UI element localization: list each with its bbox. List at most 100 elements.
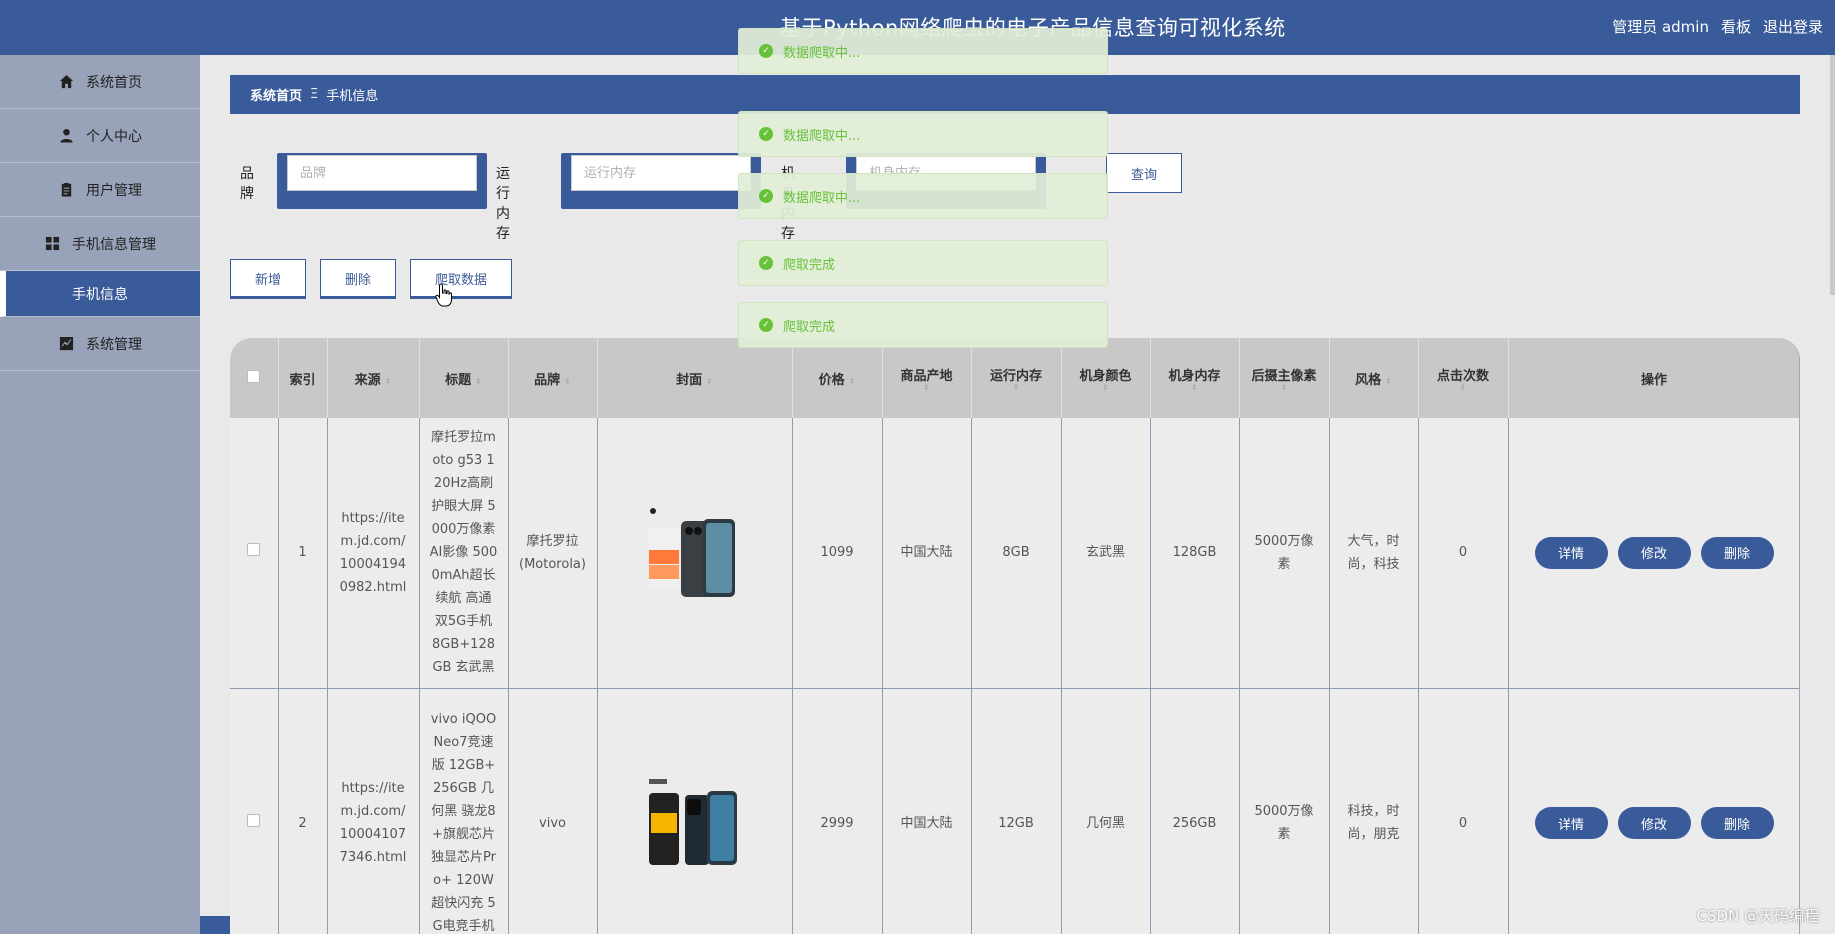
- cell-source: https://item.jd.com/100041940982.html: [327, 418, 420, 689]
- data-table: 索引 来源 ⇕ 标题 ⇕ 品牌 ⇕ 封面 ⇕ 价格 ⇕ 商品产地 ⇕ 运行内存 ⇕ 机身颜色 ⇕…: [230, 338, 1800, 934]
- toast-message: ✓ 数据爬取中...: [738, 173, 1108, 219]
- toast-text: 爬取完成: [783, 257, 836, 273]
- col-rom[interactable]: 机身内存 ⇕: [1150, 338, 1240, 418]
- logout-link[interactable]: 退出登录: [1763, 16, 1823, 37]
- col-cover[interactable]: 封面 ⇕: [597, 338, 793, 418]
- home-icon: [58, 74, 74, 90]
- sort-icon[interactable]: ⇕: [706, 377, 713, 386]
- col-clicks[interactable]: 点击次数 ⇕: [1418, 338, 1509, 418]
- breadcrumb-separator: Ξ: [310, 87, 319, 102]
- sort-icon[interactable]: ⇕: [972, 383, 1061, 392]
- cell-color: 玄武黑: [1061, 418, 1151, 689]
- row-select-cell: [230, 418, 279, 689]
- check-circle-icon: ✓: [759, 189, 773, 203]
- col-style[interactable]: 风格 ⇕: [1329, 338, 1419, 418]
- sidebar: 系统首页 个人中心 用户管理 手机信息管理 手机信息 系统管理: [0, 55, 200, 934]
- add-button[interactable]: 新增: [230, 259, 307, 299]
- toast-text: 爬取完成: [783, 319, 836, 335]
- row-delete-button[interactable]: 删除: [1700, 807, 1774, 839]
- sidebar-item-system[interactable]: 系统管理: [0, 317, 200, 371]
- sort-icon[interactable]: ⇕: [883, 383, 971, 392]
- ram-field-wrap: [561, 153, 761, 209]
- col-ops: 操作: [1508, 338, 1799, 418]
- sidebar-item-home[interactable]: 系统首页: [0, 55, 200, 109]
- table-header-row: 索引 来源 ⇕ 标题 ⇕ 品牌 ⇕ 封面 ⇕ 价格 ⇕ 商品产地 ⇕ 运行内存 ⇕ 机身颜色 ⇕…: [230, 338, 1799, 418]
- cell-source: https://item.jd.com/100041077346.html: [327, 688, 420, 934]
- sort-icon[interactable]: ⇕: [475, 377, 482, 386]
- delete-button[interactable]: 删除: [320, 259, 397, 299]
- phone-cover-image: [645, 775, 745, 871]
- sidebar-item-label: 系统管理: [86, 336, 142, 353]
- query-button[interactable]: 查询: [1106, 153, 1182, 193]
- row-actions: 详情 修改 删除: [1519, 807, 1790, 839]
- cell-title: vivo iQOO Neo7竞速版 12GB+256GB 几何黑 骁龙8+旗舰芯…: [419, 688, 509, 934]
- sidebar-item-label: 手机信息: [72, 286, 128, 303]
- col-ram[interactable]: 运行内存 ⇕: [971, 338, 1062, 418]
- cell-camera: 5000万像素: [1239, 688, 1330, 934]
- toast-message: ✓ 数据爬取中...: [738, 28, 1108, 74]
- crawl-button[interactable]: 爬取数据: [410, 259, 513, 299]
- col-label: 风格: [1355, 372, 1382, 388]
- col-source[interactable]: 来源 ⇕: [327, 338, 420, 418]
- col-label: 机身内存: [1168, 368, 1221, 384]
- cell-price: 2999: [792, 688, 883, 934]
- sort-icon[interactable]: ⇕: [1151, 383, 1239, 392]
- toast-message: ✓ 爬取完成: [738, 302, 1108, 348]
- sort-icon[interactable]: ⇕: [1240, 383, 1329, 392]
- select-all-checkbox[interactable]: [247, 369, 261, 383]
- brand-label: 品牌: [240, 166, 254, 202]
- breadcrumb: 系统首页 Ξ 手机信息: [230, 75, 1800, 114]
- detail-button[interactable]: 详情: [1534, 807, 1608, 839]
- row-select-cell: [230, 688, 279, 934]
- row-checkbox[interactable]: [247, 813, 261, 827]
- row-checkbox[interactable]: [247, 543, 261, 557]
- ram-input[interactable]: [571, 155, 751, 191]
- cell-style: 大气，时尚，科技: [1329, 418, 1419, 689]
- cell-color: 几何黑: [1061, 688, 1151, 934]
- edit-button[interactable]: 修改: [1617, 807, 1691, 839]
- sort-icon[interactable]: ⇕: [1419, 383, 1508, 392]
- sidebar-item-profile[interactable]: 个人中心: [0, 109, 200, 163]
- sort-icon[interactable]: ⇕: [1385, 377, 1392, 386]
- col-price[interactable]: 价格 ⇕: [792, 338, 883, 418]
- toast-text: 数据爬取中...: [783, 190, 861, 206]
- detail-button[interactable]: 详情: [1534, 536, 1608, 569]
- col-color[interactable]: 机身颜色 ⇕: [1061, 338, 1151, 418]
- board-link[interactable]: 看板: [1721, 16, 1751, 37]
- sort-icon[interactable]: ⇕: [1062, 383, 1150, 392]
- cell-title: 摩托罗拉moto g53 120Hz高刷护眼大屏 5000万像素AI影像 500…: [419, 418, 509, 689]
- sort-icon[interactable]: ⇕: [385, 377, 392, 386]
- col-label: 来源: [354, 372, 381, 388]
- cell-rom: 128GB: [1150, 418, 1240, 689]
- col-brand[interactable]: 品牌 ⇕: [508, 338, 598, 418]
- cell-origin: 中国大陆: [882, 688, 972, 934]
- cell-style: 科技，时尚，朋克: [1329, 688, 1419, 934]
- edit-button[interactable]: 修改: [1617, 536, 1691, 569]
- col-label: 商品产地: [900, 368, 953, 384]
- cell-ops: 详情 修改 删除: [1508, 418, 1799, 689]
- brand-input[interactable]: [287, 155, 477, 191]
- sort-icon[interactable]: ⇕: [849, 377, 856, 386]
- breadcrumb-home[interactable]: 系统首页: [250, 85, 302, 104]
- action-bar: 新增 删除 爬取数据: [230, 259, 513, 299]
- check-circle-icon: ✓: [759, 318, 773, 332]
- sidebar-item-phone-info[interactable]: 手机信息: [0, 271, 200, 317]
- col-title[interactable]: 标题 ⇕: [419, 338, 509, 418]
- col-camera[interactable]: 后摄主像素 ⇕: [1239, 338, 1330, 418]
- cell-brand: vivo: [508, 688, 598, 934]
- sort-icon[interactable]: ⇕: [564, 377, 571, 386]
- col-label: 机身颜色: [1079, 368, 1132, 384]
- admin-label: 管理员 admin: [1612, 18, 1709, 36]
- row-delete-button[interactable]: 删除: [1700, 536, 1774, 569]
- toast-text: 数据爬取中...: [783, 128, 861, 144]
- col-label: 价格: [818, 372, 845, 388]
- cell-rom: 256GB: [1150, 688, 1240, 934]
- cell-ram: 8GB: [971, 418, 1062, 689]
- sidebar-item-users[interactable]: 用户管理: [0, 163, 200, 217]
- sidebar-item-phone-management[interactable]: 手机信息管理: [0, 217, 200, 271]
- col-origin[interactable]: 商品产地 ⇕: [882, 338, 972, 418]
- brand-field-wrap: [277, 153, 487, 209]
- cell-index: 2: [278, 688, 328, 934]
- select-all-cell: [230, 338, 279, 418]
- page-scrollbar[interactable]: [1830, 55, 1835, 295]
